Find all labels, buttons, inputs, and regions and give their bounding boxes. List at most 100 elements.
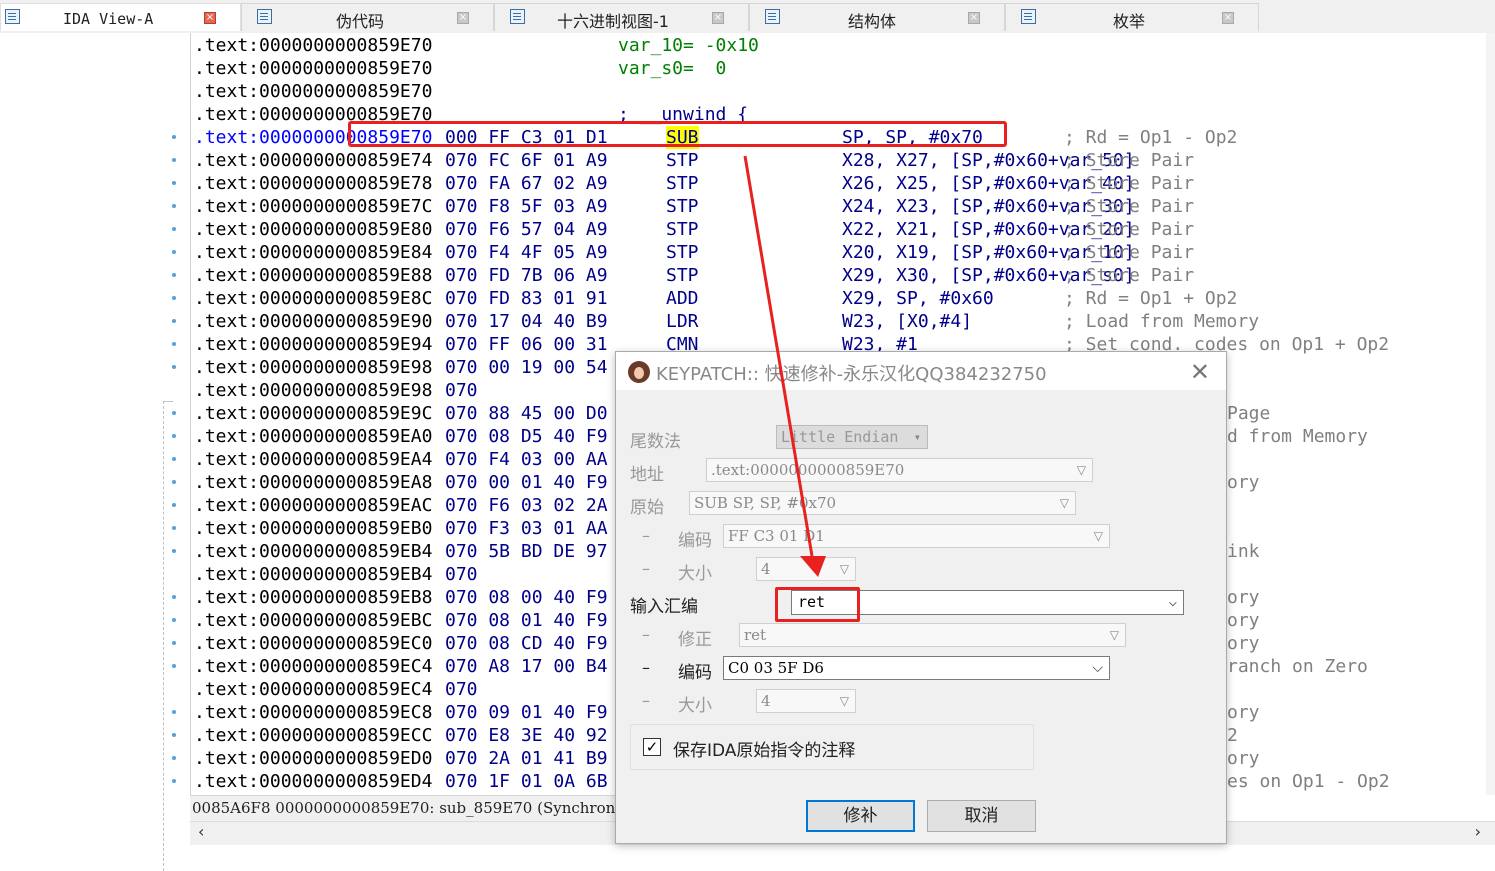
listing-line[interactable]: .text:0000000000859E70 [194,80,432,103]
line-bytes: 070 F6 03 02 2A [445,495,608,516]
scroll-left-icon[interactable]: ‹ [198,822,204,841]
vertical-scrollbar[interactable] [1486,33,1495,795]
line-address: .text:0000000000859E70 [194,58,433,79]
listing-line[interactable]: .text:0000000000859E70 var_10= -0x10 [194,34,759,57]
listing-line[interactable]: .text:0000000000859E8C 070 FD 83 01 91 ADD… [194,287,1237,310]
fixup-combo[interactable]: ret ▽ [739,623,1126,647]
listing-line[interactable]: .text:0000000000859E88 070 FD 7B 06 A9 STP… [194,264,1194,287]
line-mnemonic: STP [666,242,699,263]
tab-label: 十六进制视图-1 [557,12,669,31]
chevron-down-icon: ⌵ [1168,594,1177,610]
original-encoding-value: FF C3 01 D1 [728,527,825,545]
pseudocode-icon [257,9,272,24]
listing-line[interactable]: .text:0000000000859E80 070 F6 57 04 A9 STP… [194,218,1194,241]
listing-line[interactable]: .text:0000000000859E90 070 17 04 40 B9 LDR… [194,310,1259,333]
listing-line[interactable]: .text:0000000000859EA4 070 F4 03 00 AA [194,448,608,471]
listing-line[interactable]: .text:0000000000859EA8 070 00 01 40 F9 ory [194,471,1260,494]
listing-line[interactable]: .text:0000000000859EB4 070 [194,563,478,586]
new-size-value: 4 [761,692,771,710]
cancel-button[interactable]: 取消 [927,800,1036,832]
line-address: .text:0000000000859E70 [194,81,433,102]
line-address: .text:0000000000859EB8 [194,587,433,608]
indent-dash: – [642,691,650,710]
tab-enums[interactable]: 枚举 × [1005,3,1259,31]
line-address: .text:0000000000859E9C [194,403,433,424]
stack-var-def: var_s0= 0 [618,58,727,79]
listing-line[interactable]: .text:0000000000859E98 070 [194,379,478,402]
listing-line[interactable]: .text:0000000000859ED4 070 1F 01 0A 6B es … [194,770,1390,793]
fixup-value: ret [744,626,767,644]
line-bytes: 070 F3 03 01 AA [445,518,608,539]
listing-line[interactable]: .text:0000000000859EAC 070 F6 03 02 2A [194,494,608,517]
chevron-down-icon: ▽ [1093,529,1103,543]
new-size-combo[interactable]: 4 ▽ [756,689,856,713]
close-icon[interactable]: × [457,12,469,24]
flow-dot-icon [172,733,176,737]
preserve-comment-checkbox[interactable]: ✓ [643,738,661,756]
tab-hex-view[interactable]: 十六进制视图-1 × [494,3,749,31]
tab-pseudocode[interactable]: 伪代码 × [241,3,494,31]
close-icon[interactable]: × [1222,12,1234,24]
tab-ida-view-a[interactable]: IDA View-A × [0,3,241,31]
close-icon[interactable]: × [968,12,980,24]
listing-line[interactable]: .text:0000000000859E78 070 FA 67 02 A9 STP… [194,172,1194,195]
tab-bar: IDA View-A × 伪代码 × 十六进制视图-1 × 结构体 × 枚举 × [0,0,1495,33]
line-mnemonic: STP [666,150,699,171]
line-bytes: 070 00 19 00 54 [445,357,608,378]
listing-line[interactable]: .text:0000000000859EC4 070 A8 17 00 B4 ran… [194,655,1368,678]
line-bytes: 070 FD 7B 06 A9 [445,265,608,286]
chevron-down-icon: ▽ [839,562,849,576]
listing-line[interactable]: .text:0000000000859E94 070 FF 06 00 31 CMN… [194,333,1389,356]
endian-label: 尾数法 [630,432,681,452]
line-bytes: 070 A8 17 00 B4 [445,656,608,677]
scroll-right-icon[interactable]: › [1475,822,1481,841]
listing-line[interactable]: .text:0000000000859E74 070 FC 6F 01 A9 STP… [194,149,1194,172]
original-encoding-combo[interactable]: FF C3 01 D1 ▽ [723,524,1110,548]
line-bytes: 070 FD 83 01 91 [445,288,608,309]
line-bytes: 070 88 45 00 D0 [445,403,608,424]
line-address: .text:0000000000859E7C [194,196,433,217]
new-encoding-combo[interactable]: C0 03 5F D6 ⌵ [723,656,1110,680]
line-address: .text:0000000000859E84 [194,242,433,263]
gutter [0,33,190,871]
listing-line[interactable]: .text:0000000000859ECC 070 E8 3E 40 92 2 [194,724,1238,747]
endian-value: Little Endian [781,428,899,446]
listing-line[interactable]: .text:0000000000859EB8 070 08 00 40 F9 ory [194,586,1260,609]
line-comment: ; Store Pair [1064,242,1195,263]
patch-button[interactable]: 修补 [806,800,915,832]
preserve-comment-label[interactable]: 保存IDA原始指令的注释 [673,736,855,761]
keypatch-dialog: KEYPATCH:: 快速修补-永乐汉化QQ384232750 ✕ 尾数法 Li… [615,351,1227,844]
indent-dash: – [642,526,650,545]
endian-select[interactable]: Little Endian ▾ [776,425,928,449]
listing-line[interactable]: .text:0000000000859E98 070 00 19 00 54 [194,356,608,379]
line-bytes: 070 [445,679,478,700]
listing-line[interactable]: .text:0000000000859EC4 070 [194,678,478,701]
listing-line[interactable]: .text:0000000000859EB4 070 5B BD DE 97 ink [194,540,1260,563]
tab-structures[interactable]: 结构体 × [749,3,1005,31]
listing-line[interactable]: .text:0000000000859EA0 070 08 D5 40 F9 d f… [194,425,1368,448]
close-icon[interactable]: ✕ [1190,358,1210,386]
line-bytes: 070 F4 03 00 AA [445,449,608,470]
listing-line[interactable]: .text:0000000000859E7C 070 F8 5F 03 A9 STP… [194,195,1194,218]
listing-line[interactable]: .text:0000000000859EB0 070 F3 03 01 AA [194,517,608,540]
listing-line[interactable]: .text:0000000000859E9C 070 88 45 00 D0 Pag… [194,402,1270,425]
listing-line[interactable]: .text:0000000000859E84 070 F4 4F 05 A9 STP… [194,241,1194,264]
line-address: .text:0000000000859EA0 [194,426,433,447]
close-icon[interactable]: × [712,12,724,24]
listing-line[interactable]: .text:0000000000859ED0 070 2A 01 41 B9 ory [194,747,1260,770]
original-instruction-combo[interactable]: SUB SP, SP, #0x70 ▽ [689,491,1076,515]
listing-line[interactable]: .text:0000000000859EC0 070 08 CD 40 F9 ory [194,632,1260,655]
listing-line[interactable]: .text:0000000000859EBC 070 08 01 40 F9 ory [194,609,1260,632]
annotation-box-original [348,121,1007,147]
line-address: .text:0000000000859E98 [194,380,433,401]
original-size-combo[interactable]: 4 ▽ [756,557,856,581]
indent-dash: – [642,559,650,578]
address-combo[interactable]: .text:0000000000859E70 ▽ [706,458,1093,482]
line-bytes: 070 09 01 40 F9 [445,702,608,723]
listing-line[interactable]: .text:0000000000859EC8 070 09 01 40 F9 ory [194,701,1260,724]
tab-label: 结构体 [848,12,897,31]
close-icon[interactable]: × [204,12,216,24]
line-address: .text:0000000000859ECC [194,725,433,746]
listing-line[interactable]: .text:0000000000859E70 var_s0= 0 [194,57,726,80]
line-bytes: 070 [445,380,478,401]
